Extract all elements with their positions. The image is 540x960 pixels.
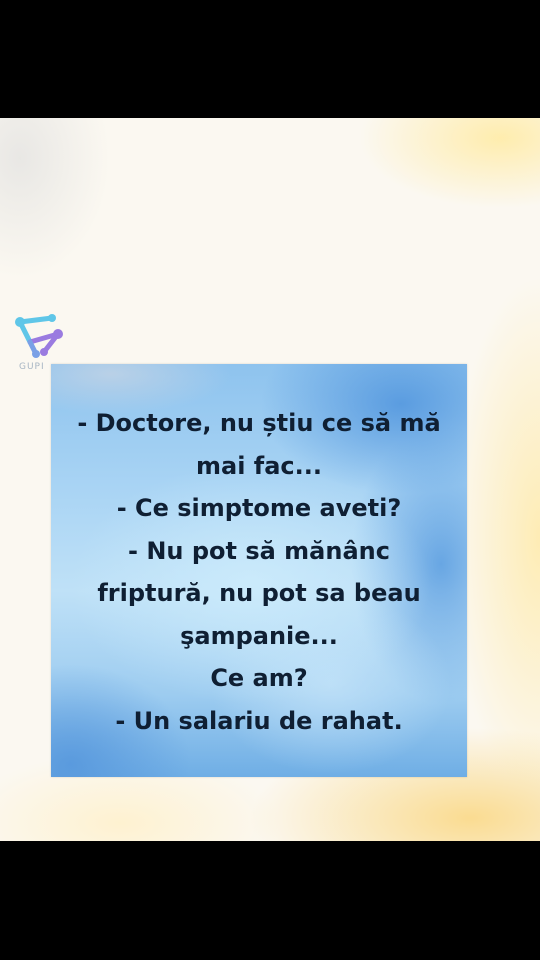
network-nodes-logo-icon (12, 312, 68, 362)
joke-line: - Nu pot să mănânc (128, 536, 390, 565)
letterbox-bottom (0, 841, 540, 960)
letterbox-top (0, 0, 540, 118)
joke-text: - Doctore, nu știu ce să mă mai fac... -… (51, 402, 467, 742)
joke-line: - Un salariu de rahat. (115, 706, 403, 735)
video-frame: GUPI - Doctore, nu știu ce să mă mai fac… (0, 118, 540, 841)
joke-line: - Doctore, nu știu ce să mă (77, 409, 441, 437)
joke-line: - Ce simptome aveti? (116, 494, 402, 522)
joke-line: friptură, nu pot sa beau (97, 579, 421, 607)
joke-line: şampanie... (180, 621, 338, 650)
watermark-text: GUPI (19, 362, 45, 372)
joke-line: Ce am? (210, 664, 308, 692)
joke-card: - Doctore, nu știu ce să mă mai fac... -… (51, 364, 467, 777)
joke-line: mai fac... (196, 451, 322, 480)
